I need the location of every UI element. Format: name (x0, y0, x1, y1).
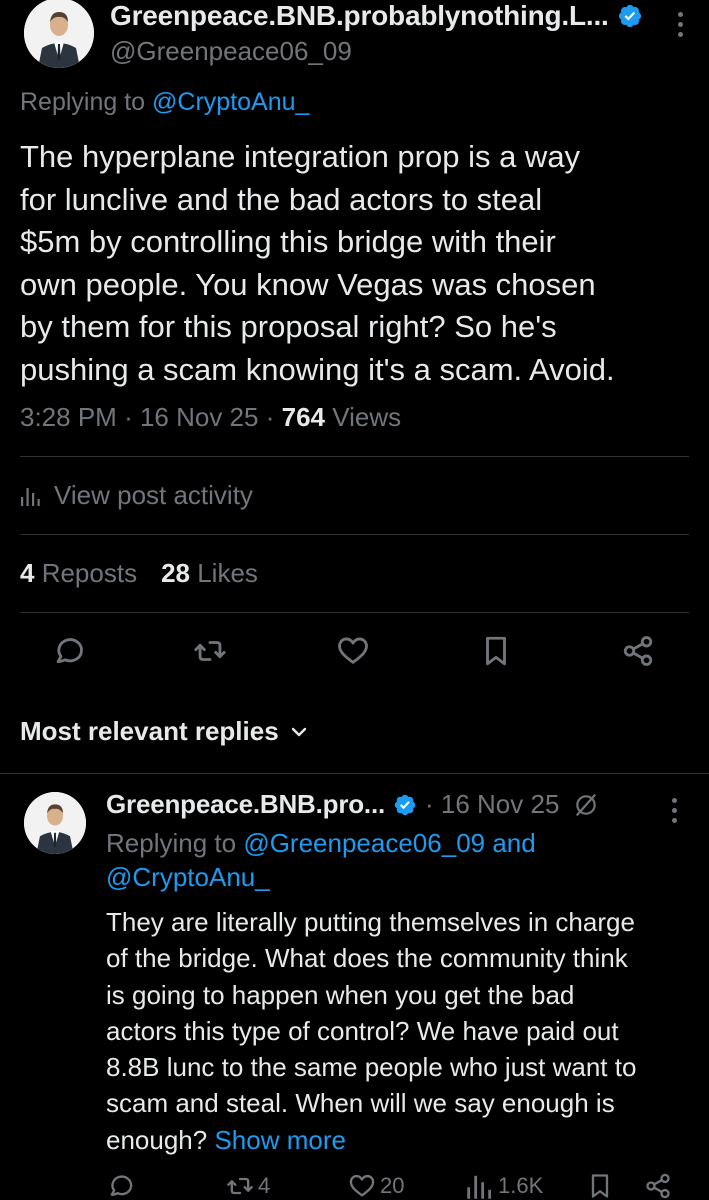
show-more-link[interactable]: Show more (214, 1125, 346, 1155)
reply-text-line: enough? Show more (106, 1122, 706, 1158)
avatar[interactable] (24, 0, 94, 68)
grok-icon[interactable] (573, 792, 599, 818)
author-handle[interactable]: @Greenpeace06_09 (110, 36, 352, 67)
post-text-line: The hyperplane integration prop is a way (20, 139, 581, 174)
reply-date[interactable]: · 16 Nov 25 (425, 789, 559, 820)
divider (20, 456, 689, 457)
reply-views-button[interactable]: 1.6K (466, 1172, 543, 1200)
post-text-line: for lunclive and the bad actors to steal (20, 181, 543, 217)
reposts-count: 4 (20, 558, 35, 588)
reply-icon[interactable] (51, 634, 85, 668)
divider (20, 612, 689, 613)
post-text-line: $5m by controlling this bridge with thei… (20, 224, 556, 260)
view-post-activity-label: View post activity (54, 480, 253, 510)
post-time[interactable]: 3:28 PM (20, 402, 117, 432)
share-icon[interactable] (621, 634, 655, 668)
more-options-icon[interactable] (664, 798, 684, 823)
reply-text-line: They are literally putting themselves in… (106, 907, 635, 937)
repost-icon[interactable] (193, 634, 227, 668)
post-meta: 3:28 PM · 16 Nov 25 · 764 Views (20, 402, 401, 433)
reply-icon (110, 1175, 133, 1196)
meta-separator: · (124, 402, 140, 432)
replies-sort-label: Most relevant replies (20, 716, 279, 746)
like-icon[interactable] (336, 634, 370, 668)
reply-action-bar: 4 20 1.6K (106, 1172, 686, 1200)
likes-count: 28 (161, 558, 190, 588)
replying-to-line: Replying to @CryptoAnu_ (20, 88, 309, 117)
post-date[interactable]: 16 Nov 25 (140, 402, 259, 432)
share-icon (646, 1173, 670, 1199)
replying-to-prefix: Replying to (20, 88, 153, 116)
reply-author-name[interactable]: Greenpeace.BNB.pro... (106, 789, 385, 820)
author-display-name[interactable]: Greenpeace.BNB.probablynothing.L... (110, 0, 609, 32)
post-text-line: own people. You know Vegas was chosen (20, 266, 596, 302)
post-header: Greenpeace.BNB.probablynothing.L... @Gre… (20, 0, 689, 80)
reply-text: They are literally putting themselves in… (106, 904, 706, 1158)
reply-text-line: of the bridge. What does the community t… (106, 943, 628, 974)
reply-text-line: is going to happen when you get the bad (106, 979, 575, 1010)
bookmark-icon (591, 1174, 609, 1198)
reply-reply-button[interactable] (106, 1172, 138, 1200)
avatar[interactable] (24, 792, 86, 854)
replying-to-prefix: Replying to (106, 828, 244, 858)
replying-to-and[interactable]: and (485, 828, 535, 858)
reposts-label: Reposts (34, 558, 138, 588)
reply-views-count: 1.6K (498, 1173, 544, 1198)
reply-repost-count: 4 (258, 1173, 271, 1198)
views-count: 764 (281, 402, 325, 432)
like-icon (349, 1174, 375, 1197)
likes-stat[interactable]: 28 Likes (161, 558, 258, 589)
meta-separator: · (265, 402, 282, 432)
reply-bookmark-button[interactable] (586, 1172, 618, 1200)
reply-text-line: scam and steal. When will we say enough … (106, 1088, 615, 1119)
bookmark-icon[interactable] (479, 634, 513, 668)
verified-badge-icon (618, 4, 641, 28)
likes-label: Likes (190, 558, 258, 588)
reply-repost-button[interactable]: 4 (226, 1172, 270, 1200)
repost-icon (227, 1177, 253, 1195)
reply-text-line: 8.8B lunc to the same people who just wa… (106, 1052, 637, 1083)
reply-like-count: 20 (380, 1173, 405, 1198)
post-text-line: pushing a scam knowing it's a scam. Avoi… (20, 351, 615, 387)
reply-replying-to: Replying to @Greenpeace06_09 and @Crypto… (106, 826, 686, 894)
reply-like-button[interactable]: 20 (348, 1172, 404, 1200)
analytics-icon (467, 1175, 492, 1199)
post-detail-page: Greenpeace.BNB.probablynothing.L... @Gre… (0, 0, 709, 1200)
replying-to-mention[interactable]: @CryptoAnu_ (106, 862, 270, 892)
author-name-row[interactable]: Greenpeace.BNB.probablynothing.L... (110, 0, 643, 32)
view-post-activity-button[interactable]: View post activity (20, 480, 253, 511)
views-label: Views (325, 402, 402, 432)
post-text-line: by them for this proposal right? So he's (20, 309, 557, 345)
divider (0, 773, 709, 774)
reply-share-button[interactable] (644, 1172, 676, 1200)
reply-last-text: enough? (106, 1124, 215, 1155)
reposts-stat[interactable]: 4 Reposts (20, 558, 137, 589)
reply-text-line: actors this type of control? We have pai… (106, 1015, 619, 1046)
post-text: The hyperplane integration prop is a way… (20, 136, 700, 392)
replies-sort-dropdown[interactable]: Most relevant replies (20, 716, 309, 747)
more-options-icon[interactable] (670, 12, 690, 37)
replying-to-mention[interactable]: @CryptoAnu_ (152, 88, 309, 116)
chevron-down-icon (291, 727, 306, 736)
analytics-icon (21, 487, 40, 506)
reply-author-row: Greenpeace.BNB.pro... · 16 Nov 25 (106, 789, 599, 820)
verified-badge-icon (394, 794, 416, 815)
divider (20, 534, 689, 535)
engagement-stats: 4 Reposts 28 Likes (20, 558, 282, 589)
replying-to-mention[interactable]: @Greenpeace06_09 (243, 828, 485, 858)
